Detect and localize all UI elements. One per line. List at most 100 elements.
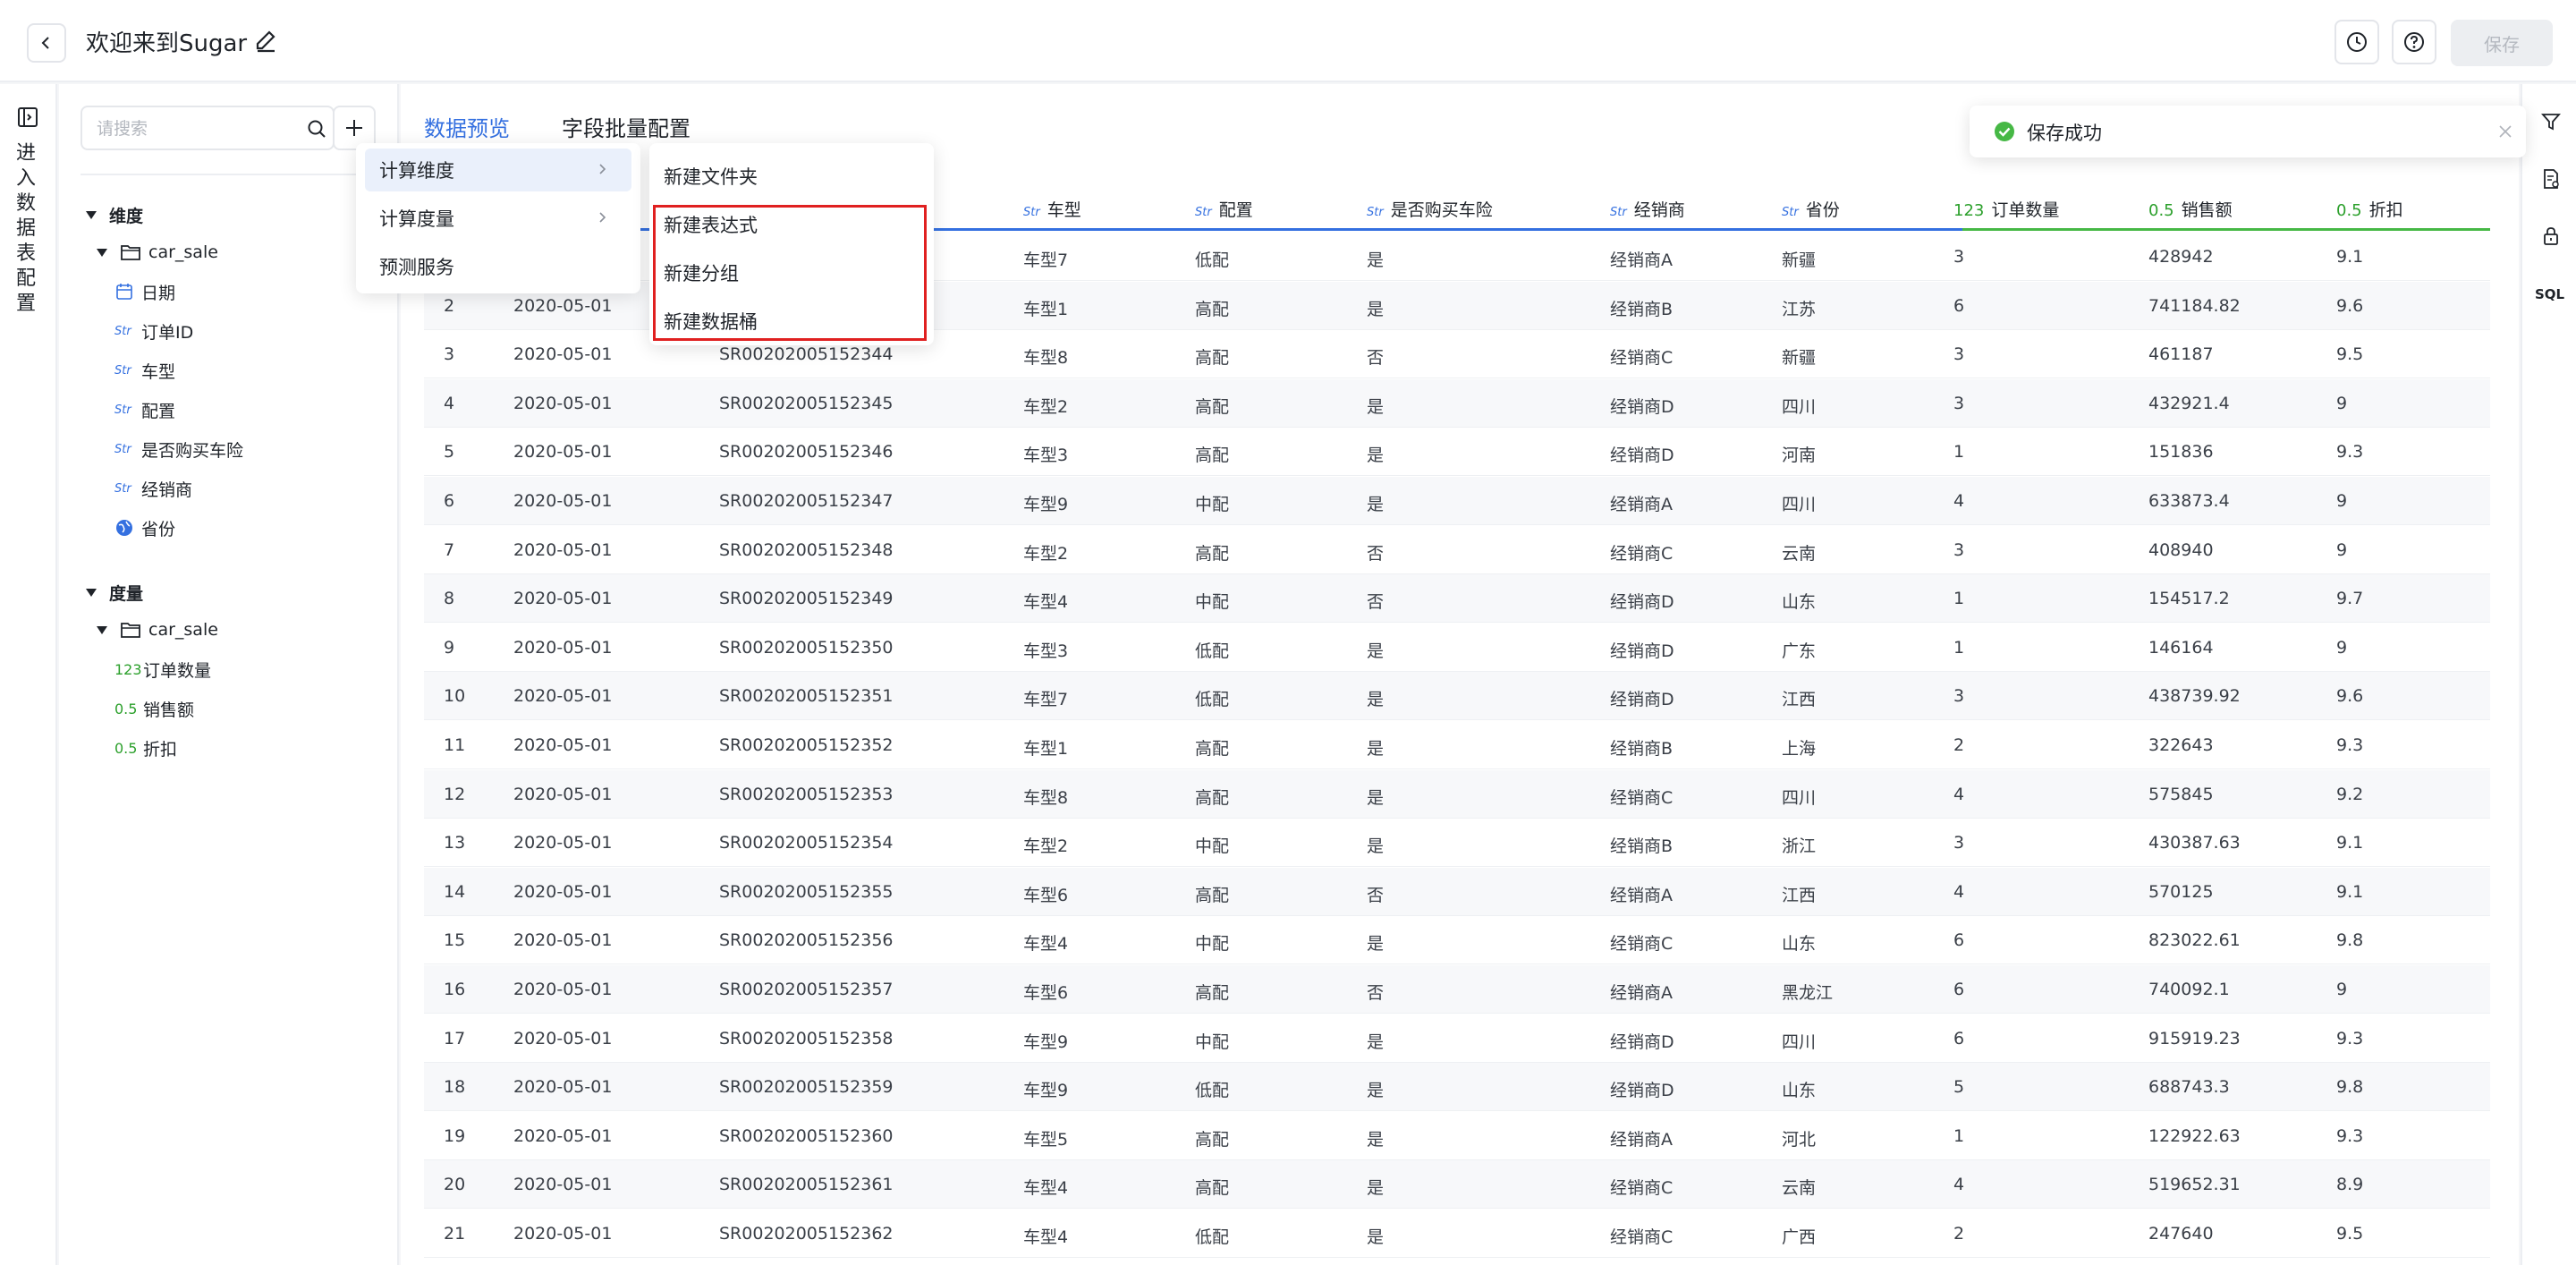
- measure-group[interactable]: 度量: [86, 574, 143, 610]
- table-row[interactable]: 10 2020-05-01 SR00202005152351 车型7 低配 是 经销商D 江西…: [424, 672, 2490, 721]
- expand-panel-icon[interactable]: [16, 106, 39, 129]
- table-cell: 4: [1953, 491, 1965, 511]
- save-button[interactable]: 保存: [2451, 20, 2553, 66]
- field-label: 经销商: [141, 480, 193, 500]
- table-row[interactable]: 8 2020-05-01 SR00202005152349 车型4 中配 否 经销商D 山东 1…: [424, 574, 2490, 624]
- table-cell: 13: [444, 833, 466, 853]
- column-header[interactable]: 0.5 销售额: [2148, 197, 2233, 221]
- dimension-group-label: 维度: [109, 206, 144, 226]
- table-row[interactable]: 18 2020-05-01 SR00202005152359 车型9 低配 是 经销商D 山东…: [424, 1063, 2490, 1112]
- table-cell: 车型4: [1023, 1227, 1069, 1247]
- search-icon[interactable]: [306, 118, 327, 140]
- caret-down-icon: [86, 210, 97, 219]
- field-item-dealer[interactable]: Str 经销商: [114, 471, 192, 506]
- table-row[interactable]: 19 2020-05-01 SR00202005152360 车型5 高配 是 经销商A 河北…: [424, 1112, 2490, 1160]
- search-input[interactable]: [97, 116, 293, 141]
- menu-item-calc-measure[interactable]: 计算度量: [365, 197, 631, 240]
- field-item-order-count[interactable]: 123 订单数量: [114, 651, 211, 687]
- table-cell: 2020-05-01: [513, 344, 613, 365]
- history-button[interactable]: [2334, 20, 2379, 64]
- table-cell: 山东: [1782, 1081, 1817, 1101]
- field-item-model[interactable]: Str 车型: [114, 352, 175, 388]
- column-header[interactable]: Str 省份: [1782, 197, 1840, 221]
- column-header[interactable]: Str 是否购买车险: [1367, 197, 1493, 221]
- table-row[interactable]: 20 2020-05-01 SR00202005152361 车型4 高配 是 经销商C 云南…: [424, 1160, 2490, 1210]
- table-row[interactable]: 9 2020-05-01 SR00202005152350 车型3 低配 是 经销商D 广东 1…: [424, 624, 2490, 672]
- table-cell: 中配: [1195, 934, 1230, 955]
- table-cell: SR00202005152351: [719, 686, 894, 707]
- table-row[interactable]: 5 2020-05-01 SR00202005152346 车型3 高配 是 经销商D 河南 1…: [424, 428, 2490, 477]
- table-cell: SR00202005152353: [719, 784, 894, 804]
- tab-batch-config[interactable]: 字段批量配置: [562, 111, 691, 142]
- column-header[interactable]: 123 订单数量: [1953, 197, 2059, 221]
- table-cell: 经销商C: [1610, 787, 1674, 808]
- table-row[interactable]: 14 2020-05-01 SR00202005152355 车型6 高配 否 经销商A 江西…: [424, 867, 2490, 916]
- sql-button[interactable]: SQL: [2535, 286, 2564, 302]
- back-button[interactable]: [27, 23, 66, 63]
- field-item-config[interactable]: Str 配置: [114, 392, 175, 428]
- tab-data-preview[interactable]: 数据预览: [424, 111, 510, 142]
- table-cell: 2020-05-01: [513, 442, 613, 463]
- table-row[interactable]: 17 2020-05-01 SR00202005152358 车型9 中配 是 经销商D 四川…: [424, 1015, 2490, 1063]
- table-row[interactable]: 7 2020-05-01 SR00202005152348 车型2 高配 否 经销商C 云南 3…: [424, 526, 2490, 574]
- table-cell: 经销商A: [1610, 250, 1673, 270]
- field-item-order-id[interactable]: Str 订单ID: [114, 313, 193, 349]
- table-row[interactable]: 13 2020-05-01 SR00202005152354 车型2 中配 是 经销商B 浙江…: [424, 819, 2490, 868]
- table-cell: 高配: [1195, 396, 1230, 417]
- edit-icon[interactable]: [252, 27, 279, 54]
- field-item-sales[interactable]: 0.5 销售额: [114, 691, 194, 726]
- table-cell: 823022.61: [2148, 930, 2241, 951]
- table-row[interactable]: 16 2020-05-01 SR00202005152357 车型6 高配 否 经销商A 黑龙…: [424, 965, 2490, 1014]
- table-cell: 山东: [1782, 934, 1817, 955]
- help-button[interactable]: [2392, 20, 2436, 64]
- table-body: 1车型7低配是经销商A新疆34289429.122020-05-01车型1高配是…: [424, 233, 2490, 1265]
- table-row[interactable]: 4 2020-05-01 SR00202005152345 车型2 高配 是 经销商D 四川 3…: [424, 378, 2490, 428]
- table-cell: 9.5: [2336, 344, 2364, 365]
- table-row[interactable]: 21 2020-05-01 SR00202005152362 车型4 低配 是 经销商C 广西…: [424, 1210, 2490, 1258]
- filter-icon[interactable]: [2540, 111, 2562, 132]
- type-str-tag: Str: [114, 403, 131, 417]
- table-cell: 是: [1367, 836, 1385, 857]
- field-label: 车型: [141, 361, 176, 382]
- table-row[interactable]: 15 2020-05-01 SR00202005152356 车型4 中配 是 经销商C 山东…: [424, 916, 2490, 965]
- lock-icon[interactable]: [2540, 225, 2562, 247]
- table-cell: 2020-05-01: [513, 833, 613, 853]
- dimension-group[interactable]: 维度: [86, 197, 143, 233]
- table-cell: 570125: [2148, 881, 2214, 902]
- field-item-insurance[interactable]: Str 是否购买车险: [114, 431, 243, 467]
- field-item-date[interactable]: 日期: [114, 274, 175, 310]
- column-header[interactable]: Str 经销商: [1610, 197, 1685, 221]
- document-settings-icon[interactable]: [2540, 168, 2562, 190]
- toast-message: 保存成功: [2027, 123, 2102, 144]
- table-row[interactable]: 11 2020-05-01 SR00202005152352 车型1 高配 是 经销商B 上海…: [424, 721, 2490, 769]
- table-row[interactable]: 6 2020-05-01 SR00202005152347 车型9 中配 是 经销商A 四川 4…: [424, 477, 2490, 525]
- table-cell: 5: [1953, 1077, 1965, 1098]
- close-icon[interactable]: [2497, 123, 2513, 140]
- submenu-new-folder[interactable]: 新建文件夹: [664, 163, 758, 190]
- table-cell: 461187: [2148, 344, 2214, 365]
- field-item-province[interactable]: 省份: [114, 510, 175, 546]
- plus-icon: [346, 120, 362, 136]
- column-header[interactable]: 0.5 折扣: [2336, 197, 2403, 221]
- table-cell: 2020-05-01: [513, 539, 613, 560]
- measure-folder[interactable]: car_sale: [97, 612, 218, 648]
- table-cell: 2020-05-01: [513, 491, 613, 511]
- table-cell: 519652.31: [2148, 1175, 2241, 1195]
- table-cell: 2: [444, 295, 455, 316]
- table-row[interactable]: 12 2020-05-01 SR00202005152353 车型8 高配 是 经销商C 四川…: [424, 769, 2490, 819]
- field-label: 日期: [141, 283, 176, 303]
- menu-item-calc-dimension[interactable]: 计算维度: [365, 149, 631, 191]
- table-config-entry[interactable]: 进入数据表配置: [16, 141, 41, 317]
- table-cell: 9: [2336, 637, 2348, 658]
- field-item-discount[interactable]: 0.5 折扣: [114, 730, 177, 766]
- table-cell: 江西: [1782, 690, 1817, 710]
- table-cell: 151836: [2148, 442, 2214, 463]
- column-header[interactable]: Str 配置: [1195, 197, 1253, 221]
- menu-item-forecast[interactable]: 预测服务: [365, 245, 631, 288]
- table-cell: 高配: [1195, 739, 1230, 759]
- table-cell: 四川: [1782, 396, 1817, 417]
- dimension-folder[interactable]: car_sale: [97, 234, 218, 270]
- column-header[interactable]: Str 车型: [1023, 197, 1081, 221]
- type-float-tag: 0.5: [114, 700, 138, 717]
- table-cell: 6: [444, 491, 455, 511]
